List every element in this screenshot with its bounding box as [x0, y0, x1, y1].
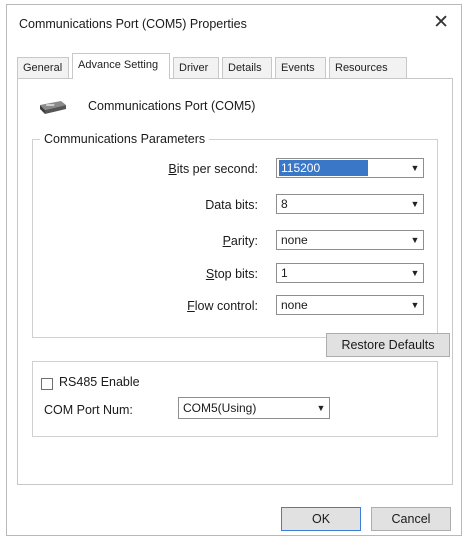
- select-value: none: [281, 233, 308, 247]
- label-accelerator: F: [187, 299, 195, 313]
- label-text: top bits:: [214, 267, 258, 281]
- tab-driver[interactable]: Driver: [173, 57, 219, 78]
- bits-per-second-label: Bits per second:: [78, 162, 258, 176]
- tab-strip: General Advance Setting Driver Details E…: [17, 53, 451, 79]
- select-value: 8: [281, 197, 288, 211]
- serial-port-icon: [40, 101, 66, 114]
- stop-bits-label: Stop bits:: [78, 267, 258, 281]
- tab-advance-setting[interactable]: Advance Setting: [72, 53, 170, 79]
- tab-details[interactable]: Details: [222, 57, 272, 78]
- group-title: Communications Parameters: [44, 132, 206, 146]
- tab-resources[interactable]: Resources: [329, 57, 407, 78]
- title-bar: Communications Port (COM5) Properties ✕: [7, 5, 461, 41]
- label-accelerator: S: [205, 267, 215, 281]
- restore-defaults-button[interactable]: Restore Defaults: [326, 333, 450, 357]
- ok-button[interactable]: OK: [281, 507, 361, 531]
- stop-bits-select[interactable]: 1 ▼: [276, 263, 424, 283]
- cancel-button[interactable]: Cancel: [371, 507, 451, 531]
- label-accelerator: P: [222, 234, 231, 248]
- com-port-select[interactable]: COM5(Using) ▼: [178, 397, 330, 419]
- label-accelerator: B: [168, 162, 177, 176]
- rs485-enable-label: RS485 Enable: [59, 375, 140, 389]
- select-value: none: [281, 298, 308, 312]
- properties-dialog: Communications Port (COM5) Properties ✕ …: [6, 4, 462, 536]
- device-name: Communications Port (COM5): [88, 99, 256, 113]
- label-text: low control:: [194, 299, 258, 313]
- tab-general[interactable]: General: [17, 57, 69, 78]
- data-bits-select[interactable]: 8 ▼: [276, 194, 424, 214]
- chevron-down-icon[interactable]: ▼: [407, 231, 423, 249]
- advance-setting-panel: Communications Port (COM5) Communication…: [17, 78, 453, 485]
- select-value: 1: [281, 266, 288, 280]
- bits-per-second-select[interactable]: 115200 ▼: [276, 158, 424, 178]
- chevron-down-icon[interactable]: ▼: [407, 159, 423, 177]
- select-value: 115200: [279, 160, 369, 176]
- flow-control-select[interactable]: none ▼: [276, 295, 424, 315]
- parity-label: Parity:: [78, 234, 258, 248]
- close-icon[interactable]: ✕: [433, 11, 449, 35]
- dialog-title: Communications Port (COM5) Properties: [19, 17, 247, 31]
- flow-control-label: Flow control:: [78, 299, 258, 313]
- chevron-down-icon[interactable]: ▼: [407, 264, 423, 282]
- label-text: arity:: [230, 234, 258, 248]
- data-bits-label: Data bits:: [205, 198, 258, 212]
- parity-select[interactable]: none ▼: [276, 230, 424, 250]
- chevron-down-icon[interactable]: ▼: [407, 296, 423, 314]
- label-text: its per second:: [176, 162, 258, 176]
- select-value: COM5(Using): [183, 401, 257, 415]
- chevron-down-icon[interactable]: ▼: [313, 398, 329, 418]
- com-port-num-label: COM Port Num:: [44, 403, 133, 417]
- tab-events[interactable]: Events: [275, 57, 326, 78]
- rs485-enable-checkbox[interactable]: [41, 378, 53, 390]
- chevron-down-icon[interactable]: ▼: [407, 195, 423, 213]
